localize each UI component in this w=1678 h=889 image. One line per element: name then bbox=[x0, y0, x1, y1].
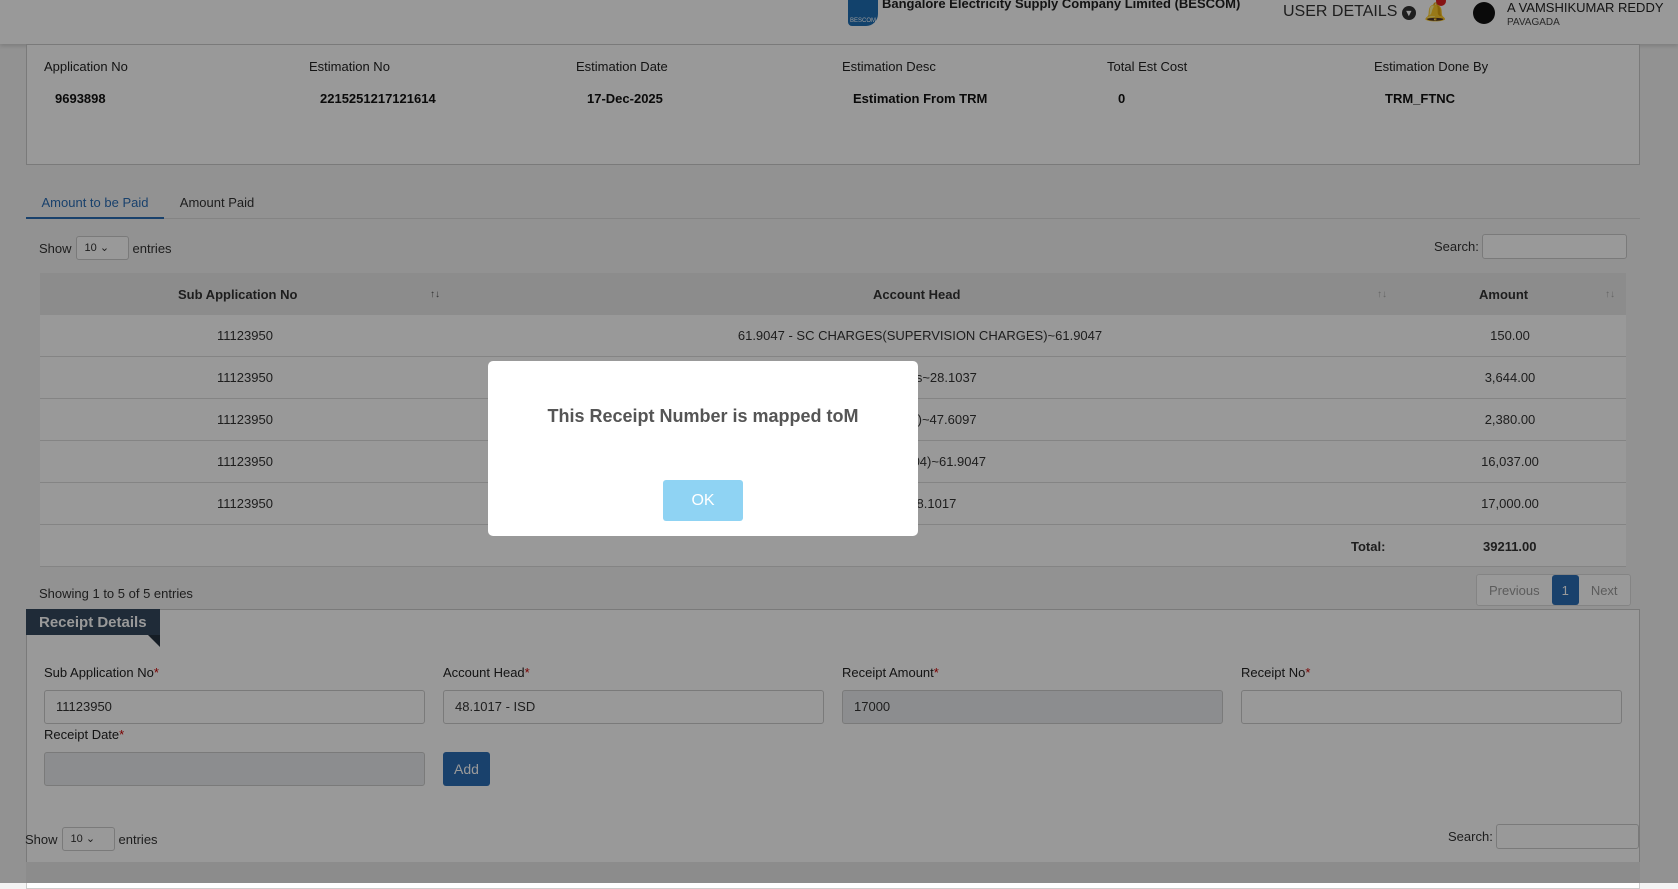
alert-message: This Receipt Number is mapped toM bbox=[547, 406, 859, 426]
ok-button[interactable]: OK bbox=[663, 480, 743, 521]
alert-dialog: This Receipt Number is mapped toM OK bbox=[488, 361, 918, 536]
